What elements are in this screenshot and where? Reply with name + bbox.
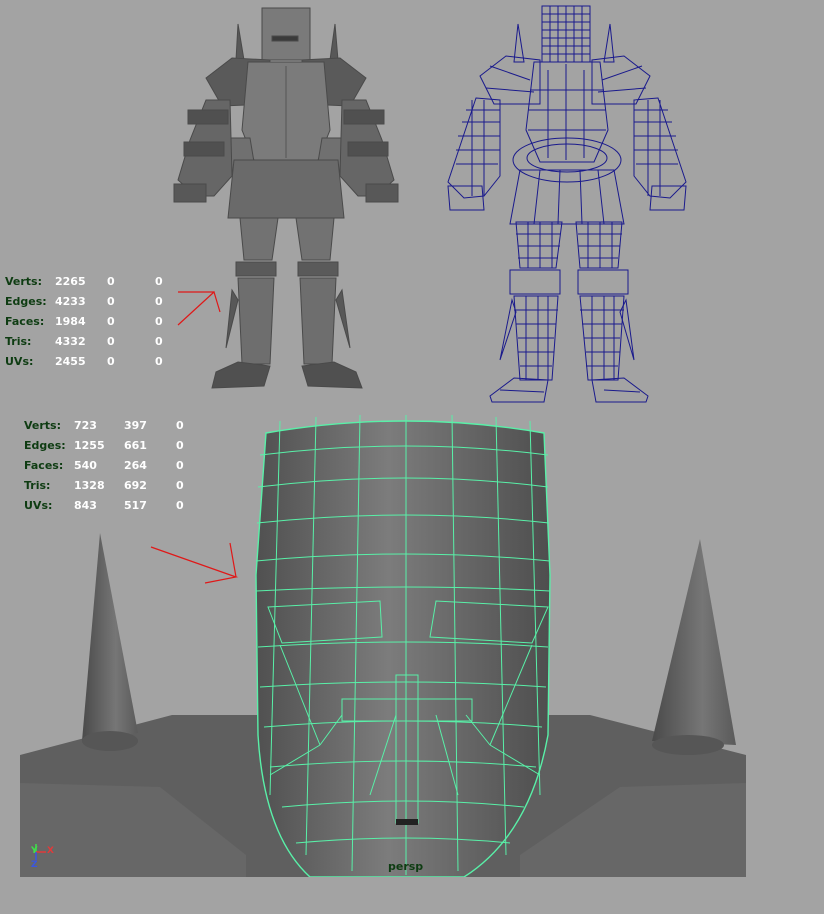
stat-value: 0: [155, 295, 163, 308]
stat-label: Faces:: [24, 459, 64, 472]
stat-value: 661: [124, 439, 147, 452]
stat-row-uvs: UVs: 2455 0 0: [5, 352, 175, 372]
stat-row-tris: Tris: 4332 0 0: [5, 332, 175, 352]
stat-row-verts: Verts: 2265 0 0: [5, 272, 175, 292]
stat-value: 0: [176, 459, 184, 472]
stat-value: 517: [124, 499, 147, 512]
stat-row-verts: Verts: 723 397 0: [24, 416, 196, 436]
stat-row-faces: Faces: 540 264 0: [24, 456, 196, 476]
stat-label: Edges:: [5, 295, 47, 308]
stat-value: 0: [107, 315, 115, 328]
stat-value: 0: [155, 335, 163, 348]
stat-value: 397: [124, 419, 147, 432]
stat-row-edges: Edges: 4233 0 0: [5, 292, 175, 312]
stat-value: 0: [155, 275, 163, 288]
stat-row-edges: Edges: 1255 661 0: [24, 436, 196, 456]
stat-value: 0: [176, 499, 184, 512]
stat-label: Edges:: [24, 439, 66, 452]
stat-value: 0: [107, 295, 115, 308]
stat-value: 2265: [55, 275, 86, 288]
stat-value: 540: [74, 459, 97, 472]
stat-value: 0: [176, 439, 184, 452]
stat-label: UVs:: [24, 499, 53, 512]
stat-value: 0: [155, 355, 163, 368]
stat-value: 692: [124, 479, 147, 492]
poly-count-hud-top: Verts: 2265 0 0 Edges: 4233 0 0 Faces: 1…: [5, 272, 175, 372]
stat-label: Tris:: [24, 479, 51, 492]
poly-count-hud-bottom: Verts: 723 397 0 Edges: 1255 661 0 Faces…: [24, 416, 196, 516]
stat-value: 0: [155, 315, 163, 328]
stat-label: Verts:: [24, 419, 62, 432]
camera-label: persp: [388, 860, 424, 873]
stat-label: Tris:: [5, 335, 32, 348]
stat-value: 0: [107, 355, 115, 368]
stat-label: Verts:: [5, 275, 43, 288]
stat-value: 0: [176, 479, 184, 492]
stat-value: 264: [124, 459, 147, 472]
stat-label: UVs:: [5, 355, 34, 368]
stat-value: 4233: [55, 295, 86, 308]
stat-value: 0: [107, 275, 115, 288]
stat-value: 1328: [74, 479, 105, 492]
stat-value: 0: [107, 335, 115, 348]
stat-row-uvs: UVs: 843 517 0: [24, 496, 196, 516]
stat-row-faces: Faces: 1984 0 0: [5, 312, 175, 332]
stat-value: 1255: [74, 439, 105, 452]
stat-value: 0: [176, 419, 184, 432]
stat-value: 843: [74, 499, 97, 512]
stat-value: 2455: [55, 355, 86, 368]
stat-label: Faces:: [5, 315, 45, 328]
stat-row-tris: Tris: 1328 692 0: [24, 476, 196, 496]
stat-value: 723: [74, 419, 97, 432]
stat-value: 1984: [55, 315, 86, 328]
stat-value: 4332: [55, 335, 86, 348]
